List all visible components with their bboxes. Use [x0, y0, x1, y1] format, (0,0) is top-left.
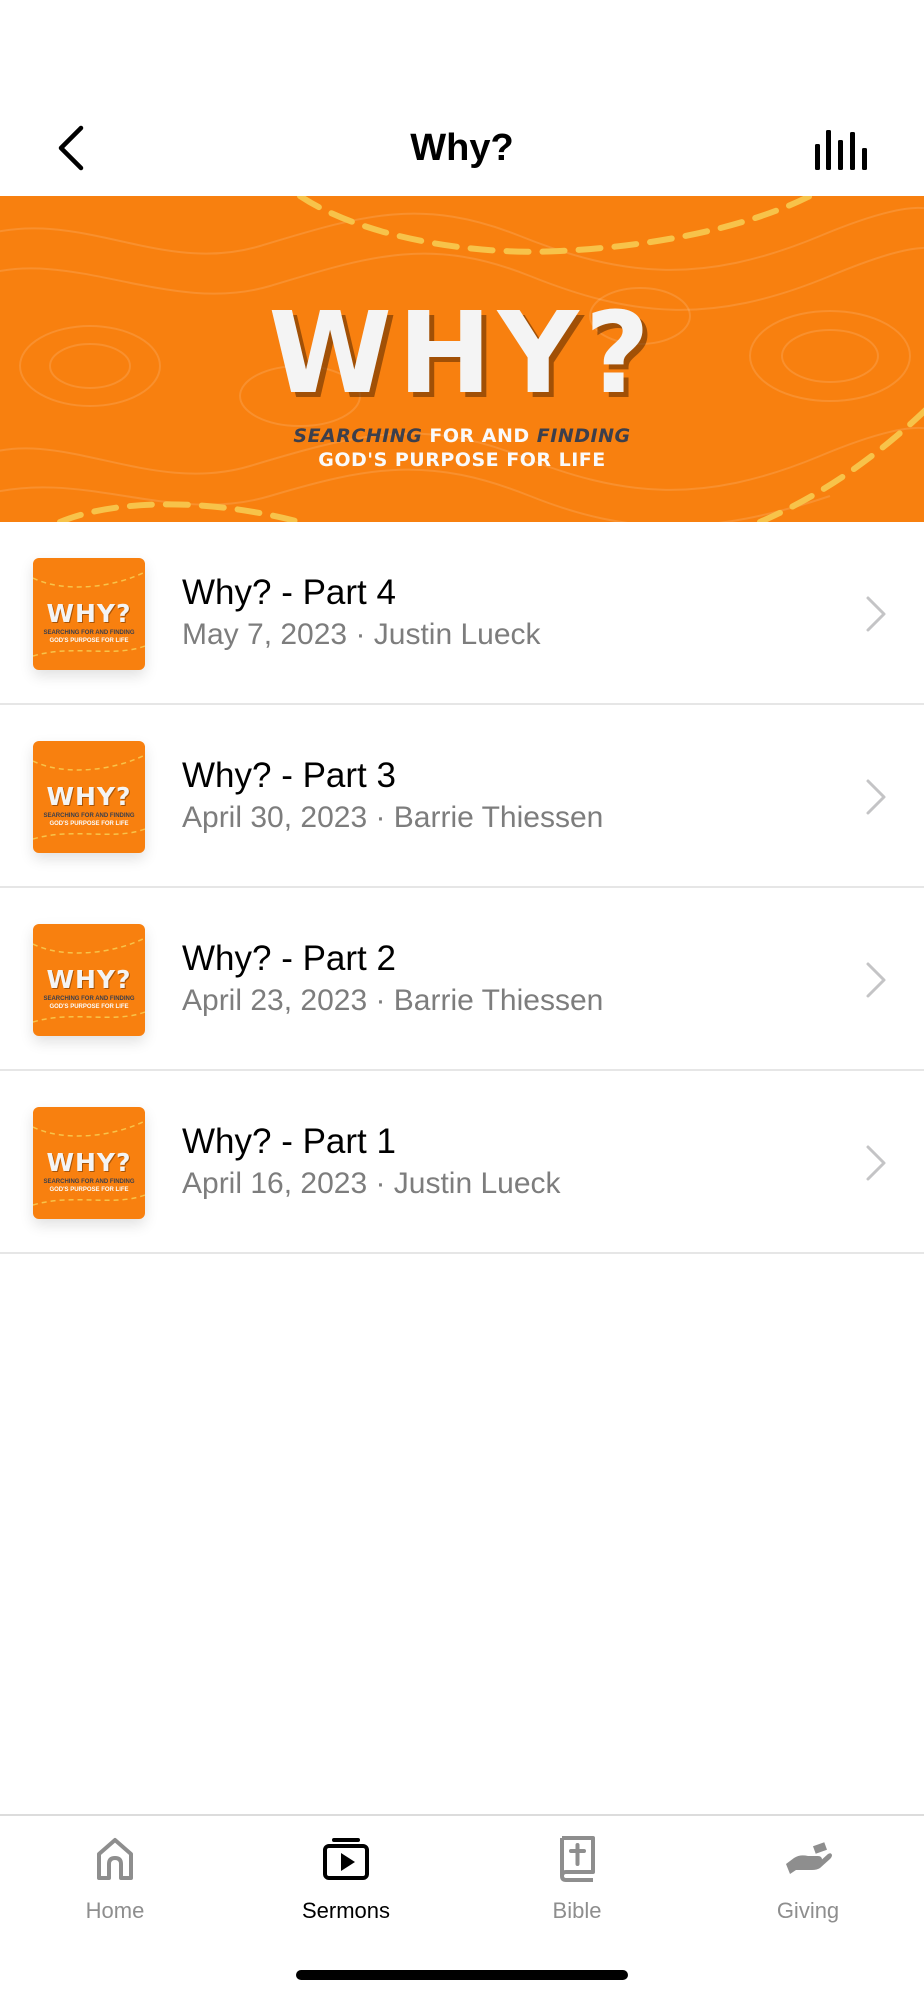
nav-header: Why?: [0, 0, 924, 196]
banner-sub-searching: SEARCHING: [293, 425, 423, 447]
home-indicator[interactable]: [296, 1970, 628, 1980]
sermons-play-icon: [323, 1838, 369, 1880]
thumb-sub-line2: GOD'S PURPOSE FOR LIFE: [49, 638, 129, 644]
audio-bars-icon: [815, 130, 867, 170]
banner-subtitle-line1: SEARCHING FOR AND FINDING: [0, 424, 924, 448]
sermon-meta: April 23, 2023 · Barrie Thiessen: [182, 984, 604, 1017]
series-banner: WHY? SEARCHING FOR AND FINDING GOD'S PUR…: [0, 196, 924, 522]
sermon-title: Why? - Part 4: [182, 573, 396, 612]
sermon-title: Why? - Part 2: [182, 939, 396, 978]
chevron-right-icon: [866, 596, 886, 632]
sermon-list: WHY? SEARCHING FOR AND FINDING GOD'S PUR…: [0, 522, 924, 1254]
sermon-meta: May 7, 2023 · Justin Lueck: [182, 618, 541, 651]
sermon-thumbnail: WHY? SEARCHING FOR AND FINDING GOD'S PUR…: [33, 741, 145, 853]
chevron-right-icon: [866, 779, 886, 815]
bible-icon: [560, 1836, 595, 1882]
banner-subtitle-line2: GOD'S PURPOSE FOR LIFE: [318, 449, 606, 471]
sermon-row[interactable]: WHY? SEARCHING FOR AND FINDING GOD'S PUR…: [0, 888, 924, 1071]
sermon-meta: April 30, 2023 · Barrie Thiessen: [182, 801, 604, 834]
thumb-sub-line2: GOD'S PURPOSE FOR LIFE: [49, 1187, 129, 1193]
thumb-word: WHY?: [46, 782, 132, 811]
tab-giving[interactable]: Giving: [718, 1834, 898, 1944]
sermon-thumbnail: WHY? SEARCHING FOR AND FINDING GOD'S PUR…: [33, 1107, 145, 1219]
banner-sub-finding: FINDING: [536, 425, 631, 447]
thumb-sub-line1: SEARCHING FOR AND FINDING: [43, 1179, 135, 1185]
sermon-row[interactable]: WHY? SEARCHING FOR AND FINDING GOD'S PUR…: [0, 1071, 924, 1254]
sermon-row[interactable]: WHY? SEARCHING FOR AND FINDING GOD'S PUR…: [0, 705, 924, 888]
page-title: Why?: [410, 127, 514, 169]
banner-title: WHY?: [268, 289, 656, 419]
audio-button[interactable]: [814, 126, 868, 170]
home-icon: [97, 1838, 133, 1880]
chevron-right-icon: [866, 1145, 886, 1181]
tab-label: Giving: [776, 1898, 840, 1923]
sermon-meta: April 16, 2023 · Justin Lueck: [182, 1167, 561, 1200]
thumb-sub-line1: SEARCHING FOR AND FINDING: [43, 813, 135, 819]
sermon-row[interactable]: WHY? SEARCHING FOR AND FINDING GOD'S PUR…: [0, 522, 924, 705]
giving-hand-icon: [786, 1842, 832, 1874]
thumb-sub-line1: SEARCHING FOR AND FINDING: [43, 996, 135, 1002]
sermon-thumbnail: WHY? SEARCHING FOR AND FINDING GOD'S PUR…: [33, 924, 145, 1036]
chevron-right-icon: [866, 962, 886, 998]
sermon-title: Why? - Part 3: [182, 756, 396, 795]
tab-label: Sermons: [301, 1898, 391, 1923]
thumb-word: WHY?: [46, 965, 132, 994]
thumb-sub-line2: GOD'S PURPOSE FOR LIFE: [49, 821, 129, 827]
tab-home[interactable]: Home: [25, 1834, 205, 1944]
thumb-word: WHY?: [46, 599, 132, 628]
tab-label: Bible: [552, 1898, 602, 1923]
tab-bible[interactable]: Bible: [487, 1834, 667, 1944]
tab-label: Home: [85, 1898, 145, 1923]
thumb-word: WHY?: [46, 1148, 132, 1177]
tab-sermons[interactable]: Sermons: [256, 1834, 436, 1944]
sermon-thumbnail: WHY? SEARCHING FOR AND FINDING GOD'S PUR…: [33, 558, 145, 670]
sermon-title: Why? - Part 1: [182, 1122, 396, 1161]
thumb-sub-line2: GOD'S PURPOSE FOR LIFE: [49, 1004, 129, 1010]
banner-sub-for-and: FOR AND: [422, 425, 537, 447]
thumb-sub-line1: SEARCHING FOR AND FINDING: [43, 630, 135, 636]
